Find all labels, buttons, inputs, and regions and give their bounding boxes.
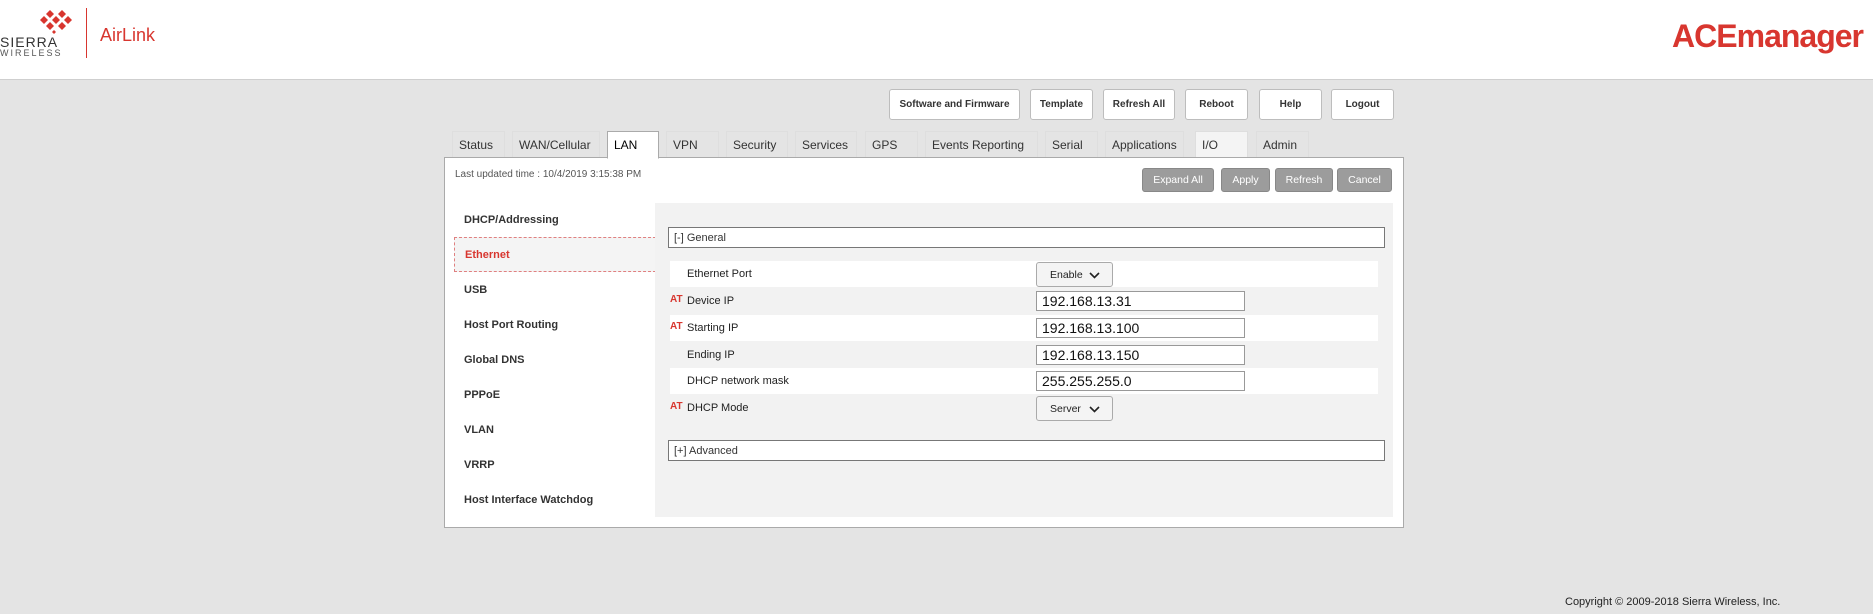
sidebar-item-dhcp-addressing[interactable]: DHCP/Addressing [454, 202, 656, 237]
logout-button[interactable]: Logout [1331, 89, 1394, 120]
refresh-button[interactable]: Refresh [1275, 168, 1333, 192]
template-button[interactable]: Template [1030, 89, 1093, 120]
advanced-section-toggle[interactable]: [+] Advanced [668, 440, 1385, 461]
sidebar-item-global-dns[interactable]: Global DNS [454, 342, 656, 377]
select-value: Server [1050, 402, 1081, 415]
sierra-logo-icon [40, 10, 72, 34]
tab-lan[interactable]: LAN [607, 131, 659, 159]
tab-applications[interactable]: Applications [1105, 131, 1184, 158]
general-section-toggle[interactable]: [-] General [668, 227, 1385, 248]
header-bar: SIERRA WIRELESS AirLink ACEmanager [0, 0, 1873, 80]
field-row-dhcp-mode: AT DHCP Mode Server [670, 395, 1378, 421]
logo-text-wireless: WIRELESS [0, 48, 63, 58]
tab-services[interactable]: Services [795, 131, 857, 158]
field-row-dhcp-network-mask: DHCP network mask 255.255.255.0 [670, 368, 1378, 394]
tab-vpn[interactable]: VPN [666, 131, 719, 158]
field-row-ethernet-port: Ethernet Port Enable [670, 261, 1378, 287]
apply-button[interactable]: Apply [1221, 168, 1270, 192]
field-row-ending-ip: Ending IP 192.168.13.150 [670, 342, 1378, 368]
airlink-logo: AirLink [100, 25, 156, 45]
sidebar-item-vlan[interactable]: VLAN [454, 412, 656, 447]
at-command-icon: AT [670, 401, 683, 412]
ending-ip-input[interactable]: 192.168.13.150 [1036, 345, 1245, 365]
tab-status[interactable]: Status [452, 131, 505, 158]
sidebar-item-pppoe[interactable]: PPPoE [454, 377, 656, 412]
starting-ip-input[interactable]: 192.168.13.100 [1036, 318, 1245, 338]
sierra-wireless-logo: SIERRA WIRELESS [0, 6, 78, 60]
at-command-icon: AT [670, 321, 683, 332]
sidebar-item-usb[interactable]: USB [454, 272, 656, 307]
tab-gps[interactable]: GPS [865, 131, 918, 158]
expand-all-button[interactable]: Expand All [1142, 168, 1214, 192]
device-ip-input[interactable]: 192.168.13.31 [1036, 291, 1245, 311]
ethernet-port-select[interactable]: Enable [1036, 262, 1113, 287]
logo-divider [86, 8, 87, 58]
refresh-all-button[interactable]: Refresh All [1103, 89, 1175, 120]
sidebar-item-ethernet[interactable]: Ethernet [454, 237, 656, 272]
field-row-starting-ip: AT Starting IP 192.168.13.100 [670, 315, 1378, 341]
field-label: Device IP [687, 295, 735, 307]
field-label: DHCP Mode [687, 402, 749, 414]
chevron-down-icon [1089, 406, 1100, 413]
help-button[interactable]: Help [1259, 89, 1322, 120]
tab-io[interactable]: I/O [1195, 131, 1248, 158]
tab-security[interactable]: Security [726, 131, 788, 158]
reboot-button[interactable]: Reboot [1185, 89, 1248, 120]
field-label: Ethernet Port [687, 268, 752, 280]
sidebar-item-host-interface-watchdog[interactable]: Host Interface Watchdog [454, 482, 656, 517]
field-row-device-ip: AT Device IP 192.168.13.31 [670, 288, 1378, 314]
cancel-button[interactable]: Cancel [1337, 168, 1392, 192]
select-value: Enable [1050, 268, 1083, 281]
sidebar-item-host-port-routing[interactable]: Host Port Routing [454, 307, 656, 342]
tab-events-reporting[interactable]: Events Reporting [925, 131, 1038, 158]
sidebar-item-vrrp[interactable]: VRRP [454, 447, 656, 482]
dhcp-network-mask-input[interactable]: 255.255.255.0 [1036, 371, 1245, 391]
chevron-down-icon [1089, 272, 1100, 279]
field-label: DHCP network mask [687, 375, 789, 387]
copyright-text: Copyright © 2009-2018 Sierra Wireless, I… [1565, 596, 1781, 608]
tab-serial[interactable]: Serial [1045, 131, 1098, 158]
at-command-icon: AT [670, 294, 683, 305]
field-label: Ending IP [687, 349, 735, 361]
last-updated-text: Last updated time : 10/4/2019 3:15:38 PM [455, 169, 642, 180]
software-firmware-button[interactable]: Software and Firmware [889, 89, 1020, 120]
tab-admin[interactable]: Admin [1256, 131, 1309, 158]
dhcp-mode-select[interactable]: Server [1036, 396, 1113, 421]
app-title: ACEmanager [1672, 18, 1864, 54]
tab-wan-cellular[interactable]: WAN/Cellular [512, 131, 600, 158]
field-label: Starting IP [687, 322, 739, 334]
